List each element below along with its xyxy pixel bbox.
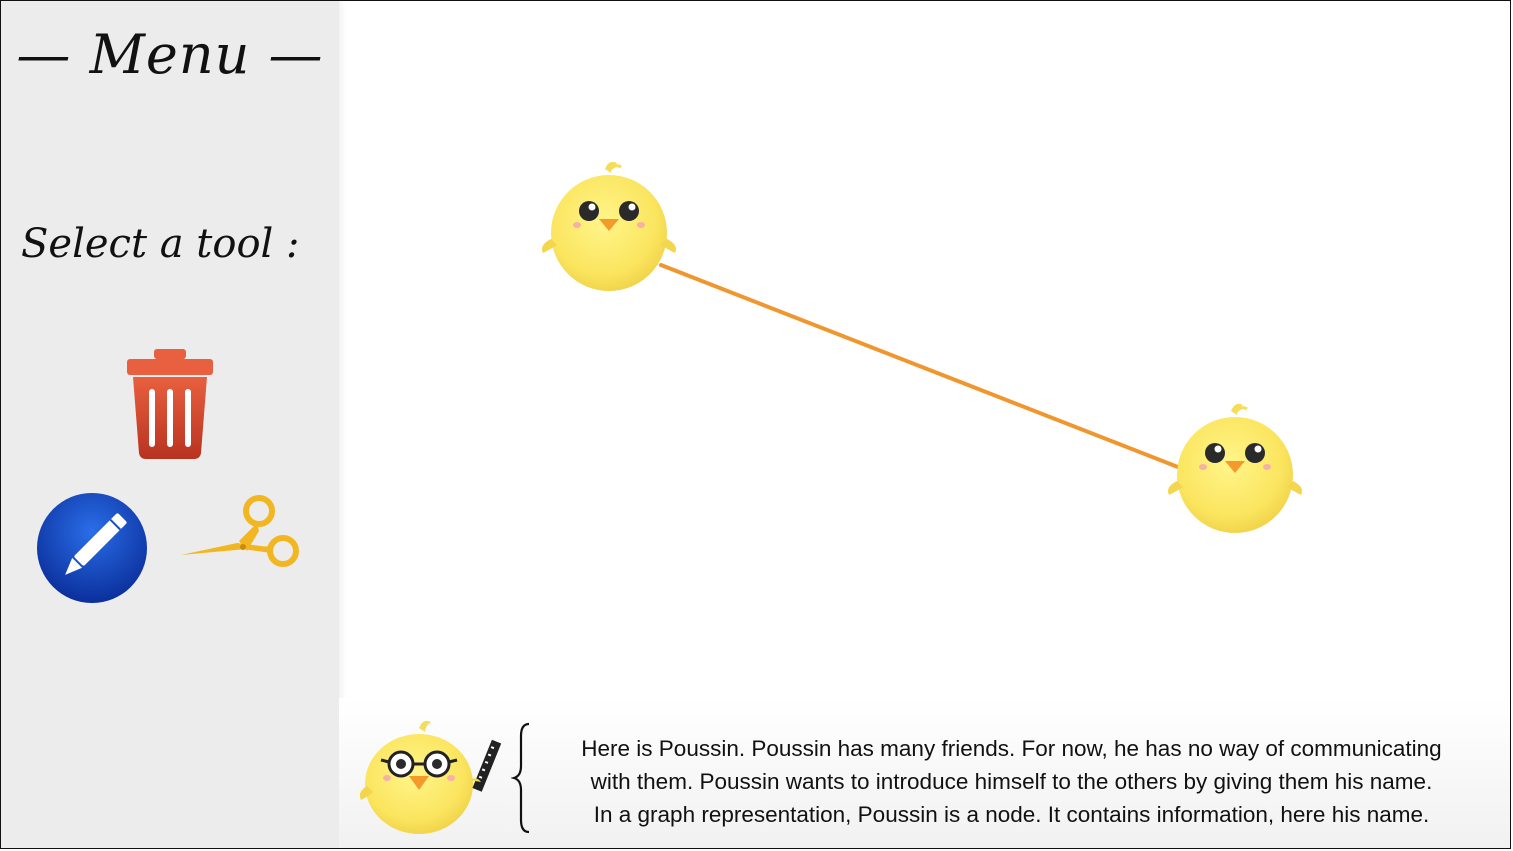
app-frame: — Menu — Select a tool : Here is Poussin… — [0, 0, 1511, 849]
draw-tool-button[interactable] — [35, 491, 149, 605]
chick-node-1[interactable] — [540, 160, 678, 293]
chick-icon — [1166, 402, 1304, 535]
info-line-2: with them. Poussin wants to introduce hi… — [590, 769, 1433, 794]
info-line-1: Here is Poussin. Poussin has many friend… — [581, 736, 1442, 761]
graph-canvas[interactable] — [339, 1, 1510, 698]
info-panel: Here is Poussin. Poussin has many friend… — [339, 698, 1510, 848]
graph-edge[interactable] — [659, 263, 1185, 471]
cut-tool-button[interactable] — [177, 491, 303, 605]
graph-svg — [540, 160, 1304, 535]
scissors-icon — [181, 495, 299, 603]
menu-title: — Menu — — [16, 23, 324, 86]
chick-node-2[interactable] — [1166, 402, 1304, 535]
pencil-icon — [37, 493, 147, 603]
select-tool-label: Select a tool : — [21, 221, 300, 267]
trash-icon — [127, 349, 213, 459]
delete-tool-button[interactable] — [125, 347, 215, 461]
professor-chick-icon — [359, 720, 502, 834]
info-line-3: In a graph representation, Poussin is a … — [593, 802, 1430, 827]
sidebar-menu: — Menu — Select a tool : — [1, 1, 339, 848]
info-description: Here is Poussin. Poussin has many friend… — [529, 732, 1494, 831]
chick-icon — [540, 160, 678, 293]
